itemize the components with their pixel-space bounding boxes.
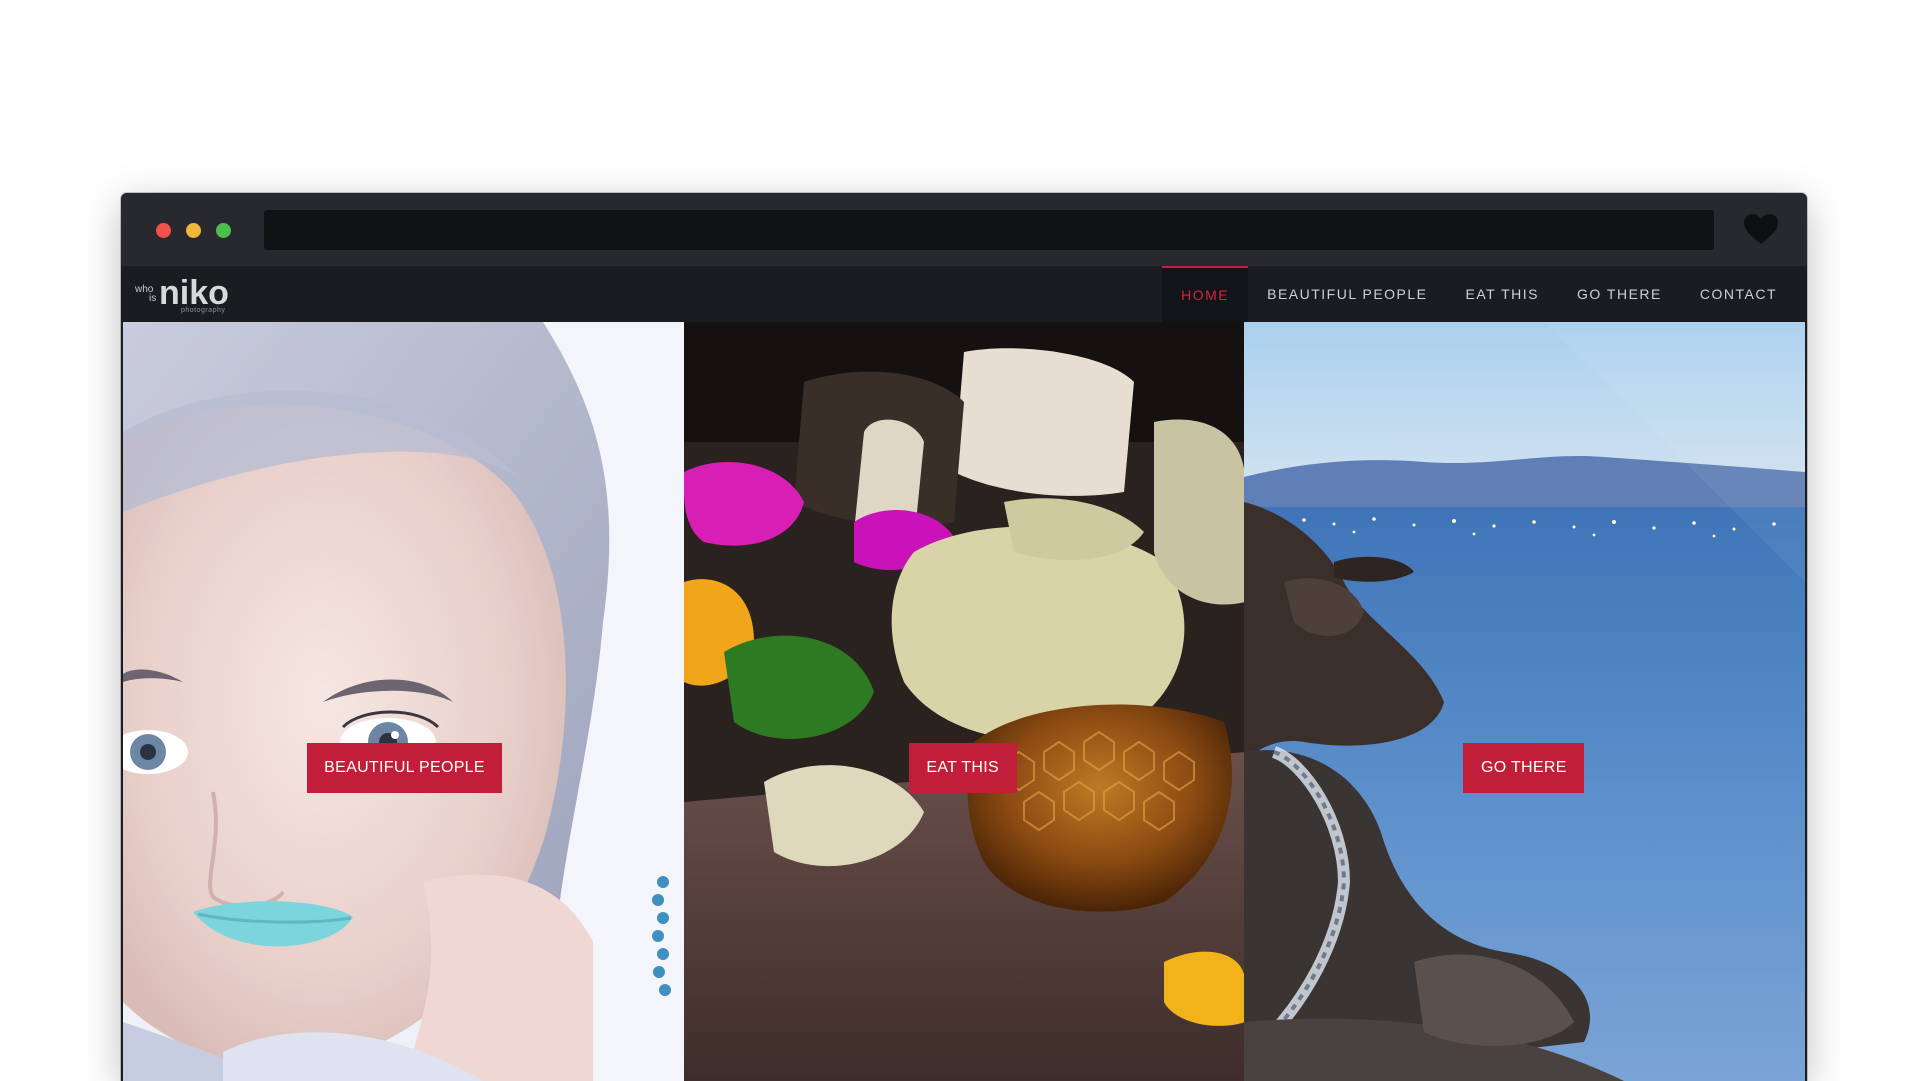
- beautiful-people-button[interactable]: BEAUTIFUL PEOPLE: [307, 743, 502, 793]
- site-navbar: who is niko photography HOME BEAUTIFUL P…: [121, 266, 1807, 322]
- nav-item-beautiful-people[interactable]: BEAUTIFUL PEOPLE: [1248, 266, 1446, 322]
- logo-prefix-bottom: is: [149, 293, 157, 304]
- address-bar[interactable]: [264, 210, 1714, 250]
- close-window-button[interactable]: [156, 223, 171, 238]
- seascape-photo: [1244, 322, 1806, 1081]
- main-menu: HOME BEAUTIFUL PEOPLE EAT THIS GO THERE …: [1162, 266, 1807, 322]
- site-logo[interactable]: who is niko photography: [135, 274, 245, 314]
- nav-item-eat-this[interactable]: EAT THIS: [1447, 266, 1558, 322]
- panel-eat-this[interactable]: EAT THIS: [683, 322, 1245, 1081]
- panel-go-there[interactable]: GO THERE: [1244, 322, 1806, 1081]
- food-photo: [683, 322, 1245, 1081]
- nav-item-contact[interactable]: CONTACT: [1681, 266, 1807, 322]
- minimize-window-button[interactable]: [186, 223, 201, 238]
- nav-item-home[interactable]: HOME: [1162, 266, 1249, 322]
- browser-window: who is niko photography HOME BEAUTIFUL P…: [121, 193, 1807, 1081]
- heart-icon[interactable]: [1743, 213, 1779, 245]
- eat-this-button[interactable]: EAT THIS: [908, 743, 1017, 793]
- maximize-window-button[interactable]: [216, 223, 231, 238]
- browser-titlebar: [121, 193, 1807, 266]
- go-there-button[interactable]: GO THERE: [1463, 743, 1585, 793]
- portrait-photo: [123, 322, 684, 1081]
- hero-panels: BEAUTIFUL PEOPLE EAT THIS GO THERE: [123, 322, 1806, 1081]
- logo-tagline: photography: [181, 307, 226, 314]
- nav-item-go-there[interactable]: GO THERE: [1558, 266, 1681, 322]
- panel-beautiful-people[interactable]: BEAUTIFUL PEOPLE: [123, 322, 684, 1081]
